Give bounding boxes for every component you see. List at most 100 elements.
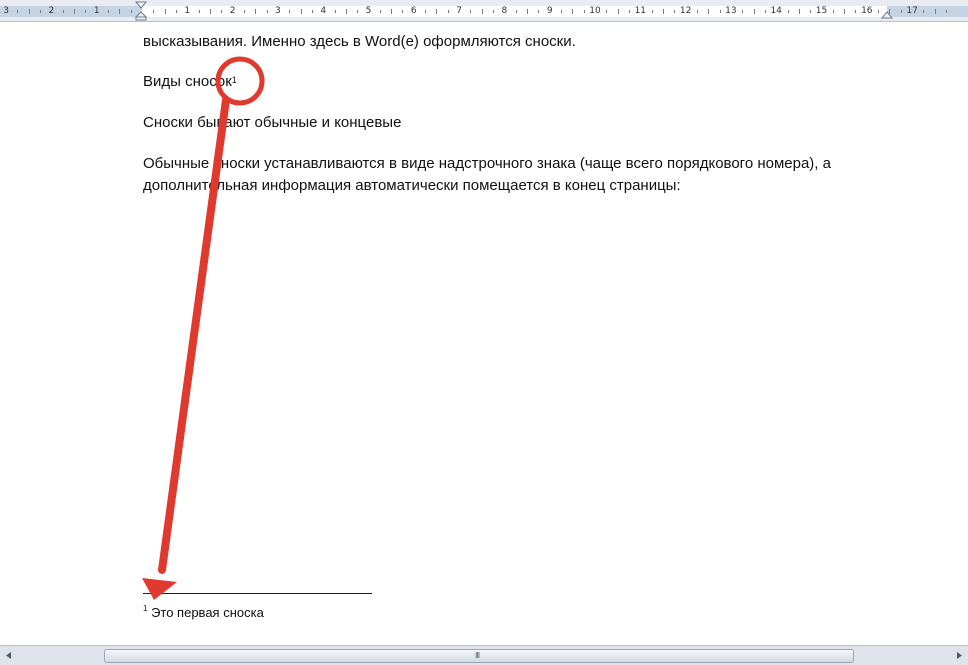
ruler-tick [493,10,495,13]
ruler-tick [345,9,347,14]
ruler-tick [481,9,483,14]
ruler-tick [85,10,87,13]
ruler-tick [357,10,359,13]
ruler-tick [708,9,710,14]
ruler-tick [130,10,132,13]
ruler-tick [855,10,857,13]
ruler-tick [798,9,800,14]
ruler-tick [719,10,721,13]
footnote[interactable]: 1 Это первая сноска [143,604,264,620]
ruler-tick [527,9,529,14]
paragraph-line: Обычные сноски устанавливаются в виде на… [143,155,831,172]
ruler-left-margin [0,6,142,17]
ruler-tick [289,10,291,13]
ruler-tick [209,9,211,14]
footnote-number: 1 [143,604,148,613]
document-page[interactable]: высказывания. Именно здесь в Word(e) офо… [0,22,968,645]
ruler-tick [391,9,393,14]
ruler-tick [696,10,698,13]
ruler-tick [764,10,766,13]
ruler-tick [447,10,449,13]
ruler-tick [844,9,846,14]
ruler-number: 2 [48,6,55,16]
ruler-number: 11 [634,6,647,16]
ruler-number: 1 [93,6,100,16]
paragraph-line: высказывания. Именно здесь в Word(e) офо… [143,33,576,50]
ruler-tick [425,10,427,13]
ruler-tick [62,10,64,13]
heading-footnote-types: Виды сносок1 [143,71,237,93]
scrollbar-thumb[interactable]: III [104,649,854,663]
ruler-tick [119,9,121,14]
ruler-number: 5 [365,6,372,16]
ruler-tick [300,9,302,14]
ruler-tick [153,10,155,13]
paragraph-line: Сноски бывают обычные и концевые [143,114,402,131]
ruler-number: 4 [320,6,327,16]
ruler-tick [175,10,177,13]
ruler-number: 17 [906,6,918,16]
ruler-number: 10 [589,6,601,16]
ruler-tick [255,9,257,14]
ruler-number: 3 [275,6,281,16]
ruler-tick [572,9,574,14]
ruler-tick [617,9,619,14]
ruler-tick [402,10,404,13]
ruler-tick [651,10,653,13]
ruler-tick [164,9,166,14]
ruler-tick [923,10,925,13]
footnote-text: Это первая сноска [147,605,264,620]
horizontal-ruler[interactable]: 3 2 1 1 2 3 4 5 6 7 8 9 10 11 12 13 14 15 16 17 [0,0,968,22]
ruler-tick [74,9,76,14]
horizontal-scrollbar[interactable]: III [0,645,968,665]
ruler-tick [832,10,834,13]
ruler-tick [198,10,200,13]
ruler-tick [515,10,517,13]
ruler-tick [934,9,936,14]
ruler-tick [561,10,563,13]
ruler-tick [900,10,902,13]
ruler-number: 2 [229,6,236,16]
ruler-tick [334,10,336,13]
ruler-tick [662,9,664,14]
ruler-number: 3 [3,6,9,16]
heading-text: Виды сносок [143,73,232,90]
ruler-tick [787,10,789,13]
ruler-tick [40,10,42,13]
scroll-left-arrow-icon[interactable] [2,649,16,662]
left-indent-marker-icon[interactable] [135,1,147,21]
paragraph-line: дополнительная информация автоматически … [143,177,681,194]
ruler-number: 7 [456,6,462,16]
ruler-tick [810,10,812,13]
ruler-tick [606,10,608,13]
ruler-tick [583,10,585,13]
footnote-reference-mark[interactable]: 1 [232,75,237,85]
right-indent-marker-icon[interactable] [881,1,893,21]
ruler-number: 13 [725,6,737,16]
ruler-number: 12 [679,6,692,16]
ruler-tick [742,10,744,13]
ruler-tick [221,10,223,13]
footnote-separator [143,593,372,594]
ruler-tick [17,10,19,13]
scroll-right-arrow-icon[interactable] [952,649,966,662]
ruler-tick [28,9,30,14]
ruler-tick [753,9,755,14]
ruler-number: 9 [546,6,553,16]
ruler-tick [266,10,268,13]
ruler-tick [243,10,245,13]
ruler-number: 16 [861,6,873,16]
ruler-number: 14 [770,6,782,16]
ruler-tick [946,10,948,13]
ruler-tick [674,10,676,13]
ruler-number: 15 [815,6,828,16]
ruler-tick [311,10,313,13]
ruler-number: 1 [184,6,191,16]
ruler-tick [628,10,630,13]
ruler-number: 6 [410,6,417,16]
ruler-tick [538,10,540,13]
ruler-number: 8 [501,6,508,16]
ruler-tick [436,9,438,14]
ruler-tick [108,10,110,13]
ruler-right-margin [887,6,968,17]
